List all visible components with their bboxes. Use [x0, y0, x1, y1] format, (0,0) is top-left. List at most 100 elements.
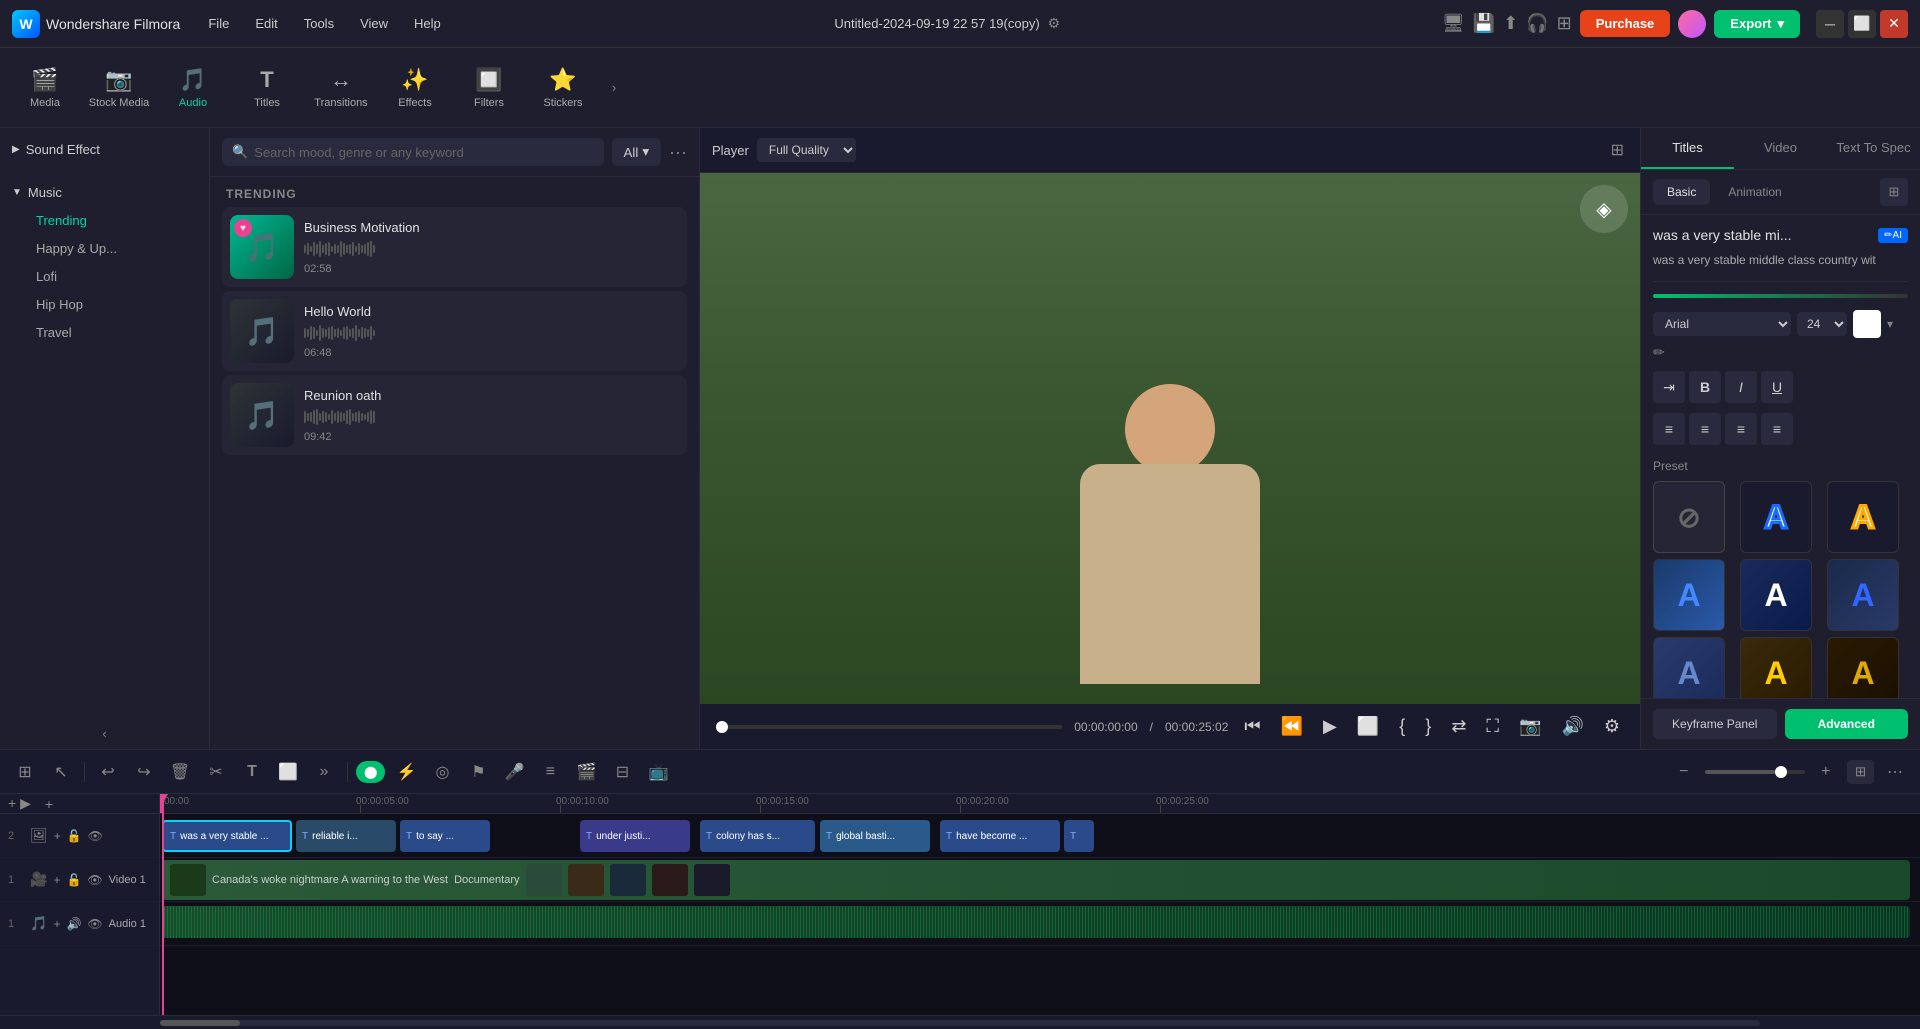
scrollbar-thumb[interactable] — [160, 1020, 240, 1026]
music-track-2[interactable]: 🎵 Hello World — [222, 291, 687, 371]
sidebar-item-hiphop[interactable]: Hip Hop — [24, 291, 205, 318]
add-video-track-button[interactable]: + ▶ — [8, 795, 31, 812]
snapshot-button[interactable]: 📷 — [1515, 712, 1545, 741]
search-input[interactable] — [254, 145, 593, 160]
quality-select[interactable]: Full Quality Half Quality — [757, 138, 856, 162]
menu-view[interactable]: View — [348, 12, 400, 35]
indent-button[interactable]: ⇥ — [1653, 371, 1685, 403]
caption-block-1[interactable]: T reliable i... — [296, 820, 396, 852]
toolbar-more-button[interactable]: › — [602, 76, 626, 100]
color-picker-button[interactable]: ✏ — [1653, 344, 1665, 361]
track-vis-button-v1[interactable]: 👁 — [87, 873, 102, 887]
frame-back-button[interactable]: ⏪ — [1277, 712, 1307, 741]
preset-filled-dark[interactable]: A — [1653, 637, 1725, 698]
step-back-button[interactable]: ⏮ — [1240, 712, 1264, 741]
panel-collapse-button[interactable]: ‹ — [0, 718, 209, 749]
caption-block-4[interactable]: T colony has s... — [700, 820, 815, 852]
delete-button[interactable]: 🗑 — [165, 757, 195, 787]
text-color-swatch[interactable] — [1853, 310, 1881, 338]
active-track-indicator[interactable]: ⬤ — [356, 761, 385, 783]
music-section-header[interactable]: ▼ Music — [0, 179, 209, 206]
advanced-button[interactable]: Advanced — [1785, 709, 1909, 739]
fullscreen-button[interactable]: ⛶ — [1482, 712, 1503, 741]
menu-edit[interactable]: Edit — [243, 12, 289, 35]
caption-block-2[interactable]: T to say ... — [400, 820, 490, 852]
tool-filters[interactable]: 🔲 Filters — [454, 53, 524, 123]
horizontal-scrollbar[interactable] — [0, 1015, 1920, 1029]
preset-gradient-navy[interactable]: A — [1827, 559, 1899, 631]
tab-text-to-speech[interactable]: Text To Spec — [1827, 128, 1920, 169]
track-add-button-2[interactable]: + — [54, 829, 61, 843]
maximize-button[interactable]: ⬜ — [1848, 10, 1876, 38]
voiceover-button[interactable]: 🎤 — [499, 757, 529, 787]
redo-button[interactable]: ↪ — [129, 757, 159, 787]
sound-effect-header[interactable]: ▶ Sound Effect — [0, 136, 209, 163]
bold-button[interactable]: B — [1689, 371, 1721, 403]
tool-titles[interactable]: T Titles — [232, 53, 302, 123]
font-family-select[interactable]: Arial Helvetica Times New Roman — [1653, 312, 1791, 336]
purchase-button[interactable]: Purchase — [1580, 10, 1671, 37]
scene-detect-button[interactable]: ◎ — [427, 757, 457, 787]
settings-icon-button[interactable]: ⋯ — [1880, 757, 1910, 787]
scene-button[interactable]: 🎬 — [571, 757, 601, 787]
select-button[interactable]: ↖ — [46, 757, 76, 787]
music-track-1[interactable]: 🎵 ♥ Business Motivation — [222, 207, 687, 287]
preset-none[interactable] — [1653, 481, 1725, 553]
tab-video[interactable]: Video — [1734, 128, 1827, 169]
keyframe-panel-button[interactable]: Keyframe Panel — [1653, 709, 1777, 739]
track-lock-button-2[interactable]: 🔓 — [67, 829, 82, 843]
sub-tab-basic[interactable]: Basic — [1653, 179, 1710, 205]
cut-button[interactable]: ✂ — [201, 757, 231, 787]
track-vis-button-a1[interactable]: 👁 — [87, 917, 102, 931]
minimize-button[interactable]: ─ — [1816, 10, 1844, 38]
text-insert-button[interactable]: T — [237, 757, 267, 787]
tool-effects[interactable]: ✨ Effects — [380, 53, 450, 123]
fullscreen-icon-button[interactable]: ⊞ — [1607, 136, 1628, 164]
marker-button[interactable]: ⚑ — [463, 757, 493, 787]
mark-out-button[interactable]: } — [1421, 712, 1435, 741]
align-right-button[interactable]: ≡ — [1725, 413, 1757, 445]
play-button[interactable]: ▶ — [1319, 712, 1341, 741]
menu-help[interactable]: Help — [402, 12, 453, 35]
align-justify-button[interactable]: ≡ — [1761, 413, 1793, 445]
sidebar-item-trending[interactable]: Trending — [24, 207, 205, 234]
opacity-slider[interactable] — [1653, 294, 1908, 298]
settings-button[interactable]: ⚙ — [1600, 712, 1624, 741]
add-track-button[interactable]: + — [45, 796, 53, 812]
zoom-in-button[interactable]: + — [1811, 757, 1841, 787]
sidebar-item-lofi[interactable]: Lofi — [24, 263, 205, 290]
track-add-button-a1[interactable]: + — [53, 917, 60, 931]
sidebar-item-travel[interactable]: Travel — [24, 319, 205, 346]
split-screen-button[interactable]: ⊟ — [607, 757, 637, 787]
track-vis-button-2[interactable]: 👁 — [88, 829, 103, 843]
group-button[interactable]: ⊞ — [10, 757, 40, 787]
playback-timeline[interactable] — [716, 725, 1062, 729]
export-button[interactable]: Export ▾ — [1714, 10, 1800, 38]
filter-button[interactable]: All ▾ — [612, 138, 662, 166]
underline-button[interactable]: U — [1761, 371, 1793, 403]
menu-file[interactable]: File — [196, 12, 241, 35]
tool-stock-media[interactable]: 📷 Stock Media — [84, 53, 154, 123]
sort-button[interactable]: ≡ — [535, 757, 565, 787]
more-options-button[interactable]: ··· — [669, 142, 687, 163]
grid-view-button[interactable]: ⊞ — [1847, 760, 1874, 784]
layout-icon-button[interactable]: ⊞ — [1880, 178, 1908, 206]
zoom-out-button[interactable]: − — [1669, 757, 1699, 787]
undo-button[interactable]: ↩ — [93, 757, 123, 787]
playhead[interactable] — [160, 794, 162, 813]
ai-cut-button[interactable]: ⚡ — [391, 757, 421, 787]
video-track-content[interactable]: Canada's woke nightmare A warning to the… — [162, 860, 1910, 900]
preset-gradient-blue[interactable]: A — [1653, 559, 1725, 631]
preset-stroke-gold[interactable]: A — [1827, 481, 1899, 553]
menu-tools[interactable]: Tools — [292, 12, 346, 35]
tool-audio[interactable]: 🎵 Audio — [158, 53, 228, 123]
tool-stickers[interactable]: ⭐ Stickers — [528, 53, 598, 123]
music-track-3[interactable]: 🎵 Reunion oath — [222, 375, 687, 455]
track-lock-button-v1[interactable]: 🔓 — [66, 873, 81, 887]
italic-button[interactable]: I — [1725, 371, 1757, 403]
caption-block-5[interactable]: T global basti... — [820, 820, 930, 852]
crop-button[interactable]: ⬜ — [273, 757, 303, 787]
zoom-slider[interactable] — [1705, 770, 1805, 774]
user-avatar[interactable] — [1678, 10, 1706, 38]
preset-outline-blue[interactable]: A — [1740, 559, 1812, 631]
